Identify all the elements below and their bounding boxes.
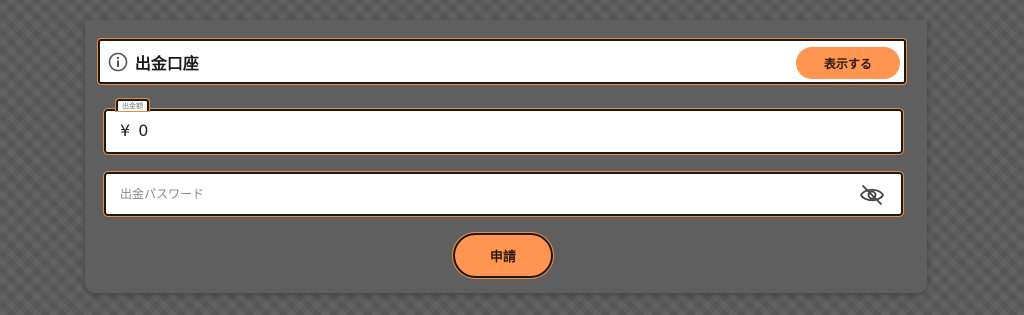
currency-symbol: ¥: [120, 121, 131, 140]
withdrawal-account-row: 出金口座 表示する: [97, 38, 907, 85]
amount-value: 0: [138, 121, 149, 140]
amount-field[interactable]: 出金額 ¥ 0: [103, 98, 904, 155]
info-icon: [108, 52, 128, 72]
show-account-button[interactable]: 表示する: [796, 47, 900, 79]
account-title: 出金口座: [135, 53, 200, 73]
apply-button[interactable]: 申請: [452, 232, 554, 279]
password-field[interactable]: 出金パスワード: [103, 171, 904, 217]
amount-input[interactable]: ¥ 0: [120, 121, 148, 140]
eye-off-icon[interactable]: [859, 184, 885, 206]
amount-label: 出金額: [115, 98, 150, 112]
password-placeholder: 出金パスワード: [120, 187, 205, 201]
